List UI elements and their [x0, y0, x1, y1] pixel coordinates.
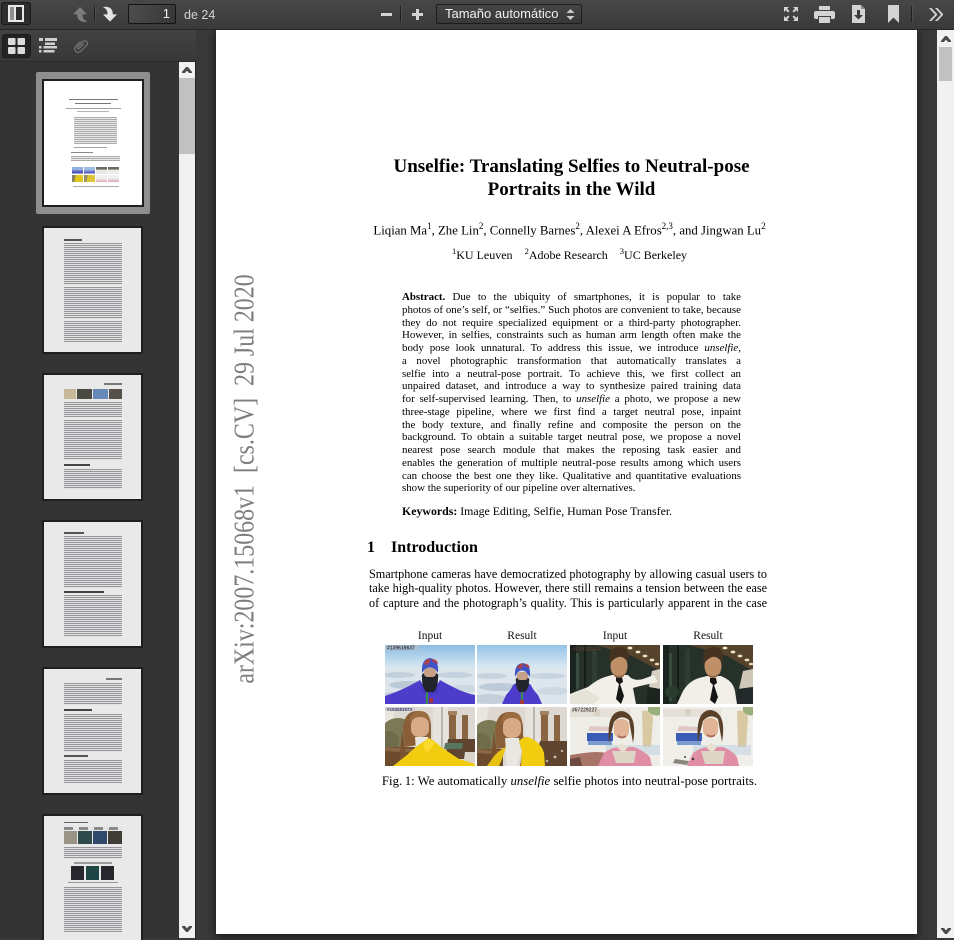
- svg-text:#224243474: #224243474: [573, 647, 601, 653]
- svg-text:#153081973: #153081973: [387, 707, 413, 712]
- svg-text:#67229227: #67229227: [572, 708, 597, 714]
- svg-text:#139619637: #139619637: [387, 646, 415, 652]
